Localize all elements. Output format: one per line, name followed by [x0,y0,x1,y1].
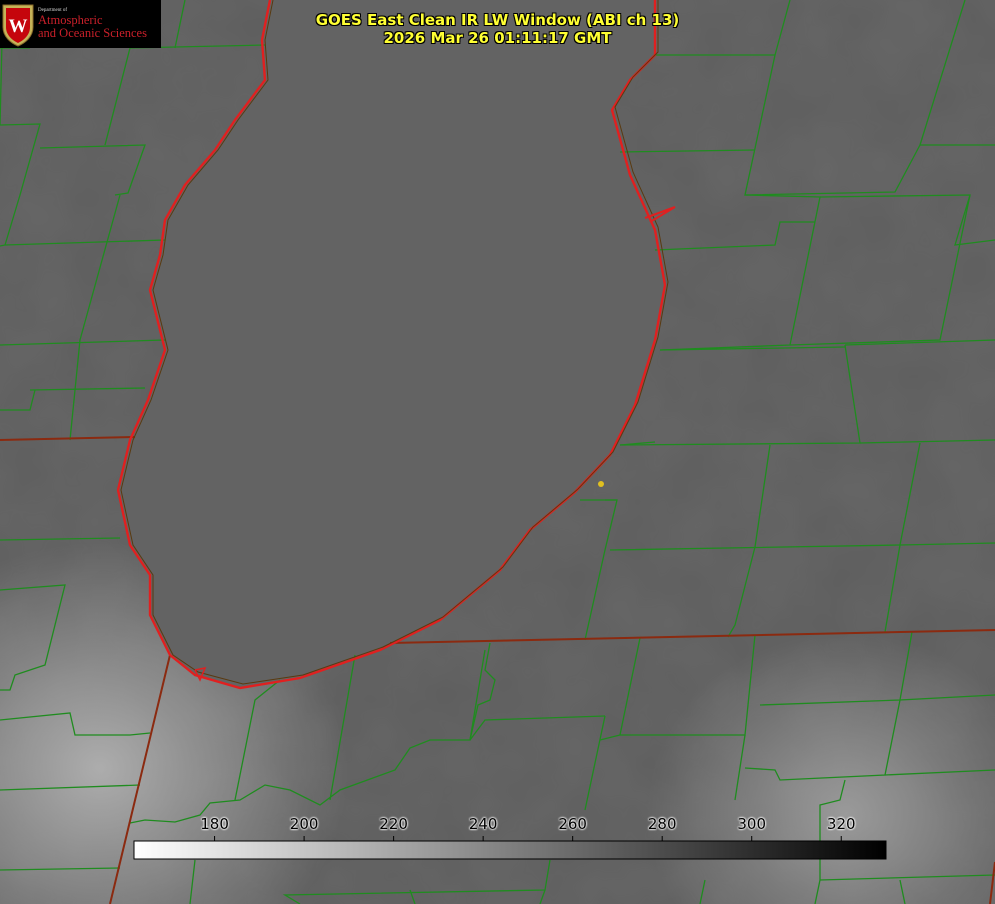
colorbar [133,840,887,860]
image-title: GOES East Clean IR LW Window (ABI ch 13)… [0,11,995,47]
satellite-map [0,0,995,904]
title-product: GOES East Clean IR LW Window (ABI ch 13) [315,11,680,29]
title-timestamp: 2026 Mar 26 01:11:17 GMT [383,29,612,47]
location-marker [598,481,604,487]
